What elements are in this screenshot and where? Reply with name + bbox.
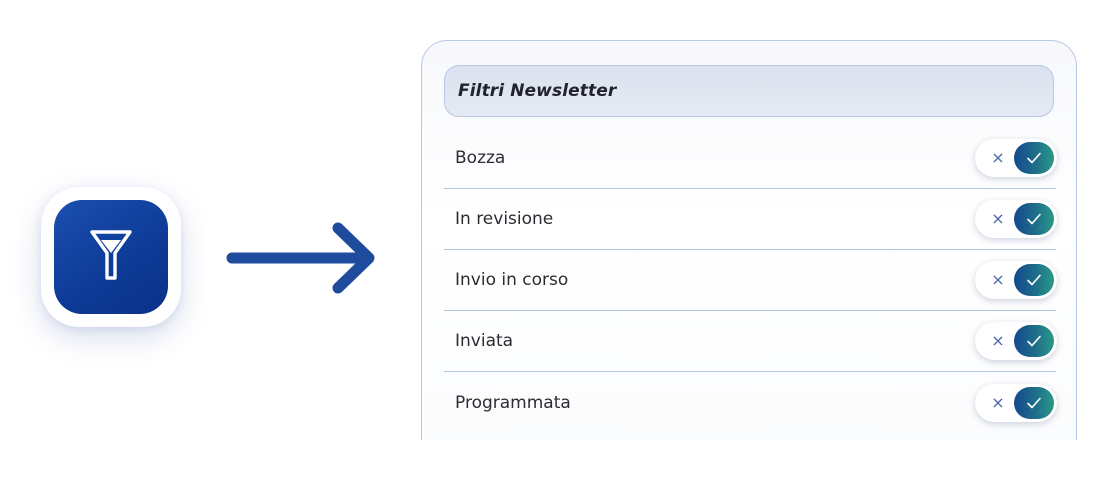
filter-toggle-inviata[interactable]: × [975, 322, 1057, 360]
checkmark-icon [1027, 213, 1041, 225]
filter-toggle-bozza[interactable]: × [975, 139, 1057, 177]
filter-label: Invio in corso [455, 270, 569, 290]
toggle-knob [1014, 142, 1054, 174]
toggle-knob [1014, 325, 1054, 357]
close-icon: × [991, 209, 1005, 228]
checkmark-icon [1027, 335, 1041, 347]
filter-label: Inviata [455, 331, 514, 351]
checkmark-icon [1027, 152, 1041, 164]
filter-row-programmata: Programmata × [444, 372, 1057, 433]
newsletter-filters-panel: Filtri Newsletter Bozza × In revisione ×… [421, 40, 1077, 440]
close-icon: × [991, 392, 1005, 412]
checkmark-icon [1027, 274, 1041, 286]
close-icon: × [991, 270, 1005, 289]
panel-title: Filtri Newsletter [458, 81, 617, 101]
filter-toggle-programmata[interactable]: × [975, 383, 1057, 422]
toggle-knob [1014, 203, 1054, 235]
filter-row-in-revisione: In revisione × [444, 189, 1057, 250]
filter-label: In revisione [455, 209, 554, 229]
filter-list: Bozza × In revisione × Invio in corso × [444, 128, 1057, 433]
arrow-right-icon [222, 220, 382, 296]
close-icon: × [991, 331, 1005, 350]
checkmark-icon [1027, 397, 1041, 408]
filter-label: Bozza [455, 148, 506, 168]
filter-row-inviata: Inviata × [444, 311, 1057, 372]
filter-label: Programmata [455, 392, 571, 413]
filter-button[interactable] [41, 187, 181, 327]
filter-funnel-icon [88, 227, 134, 287]
toggle-knob [1014, 386, 1054, 419]
panel-header: Filtri Newsletter [444, 65, 1054, 117]
close-icon: × [991, 148, 1005, 167]
filter-button-face [54, 200, 168, 314]
filter-toggle-invio-in-corso[interactable]: × [975, 261, 1057, 299]
filter-row-bozza: Bozza × [444, 128, 1057, 189]
filter-row-invio-in-corso: Invio in corso × [444, 250, 1057, 311]
filter-toggle-in-revisione[interactable]: × [975, 200, 1057, 238]
toggle-knob [1014, 264, 1054, 296]
